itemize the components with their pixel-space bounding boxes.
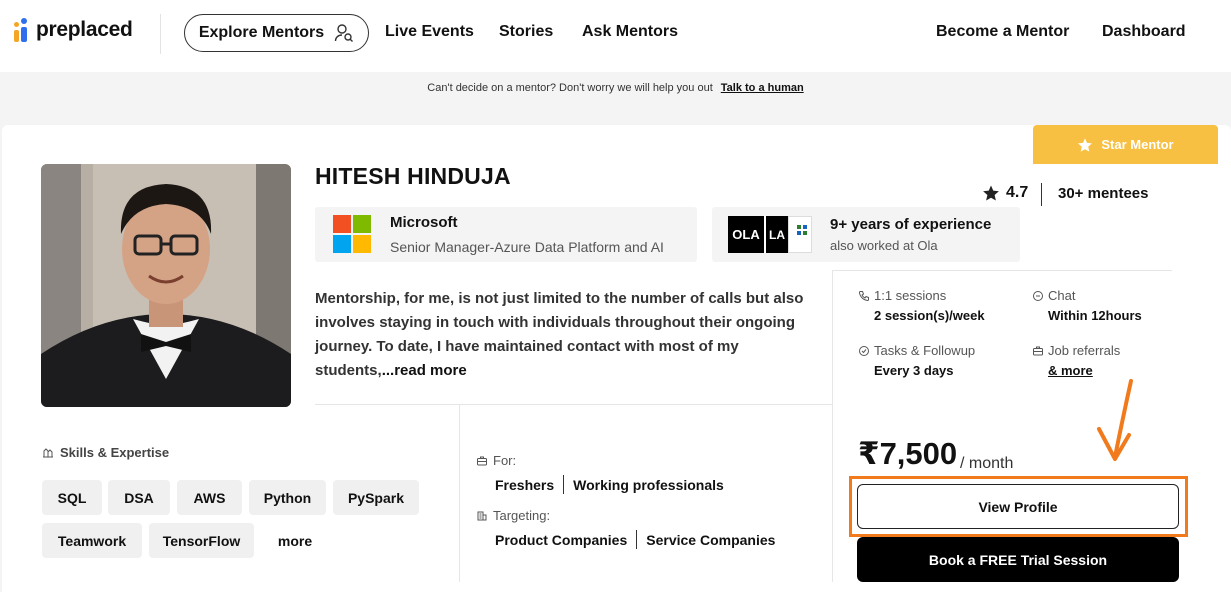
mentor-about: Mentorship, for me, is not just limited … [315,287,820,383]
skills-more-button[interactable]: more [262,523,328,558]
logo-icon [14,18,30,42]
price: ₹7,500 [858,436,958,471]
separator [563,475,565,494]
company-name: Microsoft [390,214,458,231]
separator [636,530,638,549]
experience-box: OLA LA 9+ years of experience also worke… [712,207,1020,262]
feature-value: Within 12hours [1048,308,1142,323]
price-period: / month [960,455,1014,472]
experience-years: 9+ years of experience [830,216,992,233]
nav-live-events[interactable]: Live Events [385,23,474,41]
skills-title: Skills & Expertise [42,445,169,460]
divider [459,404,460,582]
arrow-annotation-icon [1097,379,1133,461]
nav-dashboard[interactable]: Dashboard [1102,23,1186,41]
mentor-name: HITESH HINDUJA [315,163,511,189]
mentees-count: 30+ mentees [1058,185,1149,202]
target-tag: Product Companies [495,531,628,548]
also-worked-at: also worked at Ola [830,238,938,253]
divider [832,270,1172,271]
targeting-label: Targeting: [476,508,550,523]
feature-label: Chat [1032,288,1075,303]
briefcase-icon [477,456,487,465]
star-mentor-badge: Star Mentor [1033,125,1218,164]
view-profile-button[interactable]: View Profile [857,484,1179,529]
audience-tag: Freshers [495,476,555,493]
rating-value: 4.7 [1006,184,1029,201]
star-icon [1078,137,1093,152]
preplaced-logo[interactable]: preplaced [14,18,133,42]
target-tag: Service Companies [646,531,776,548]
banner-text: Can't decide on a mentor? Don't worry we… [427,82,713,94]
ola-logo-icon-2: LA [764,216,788,253]
explore-mentors-label: Explore Mentors [198,24,325,41]
skills-icon [43,447,53,457]
briefcase-icon [1033,346,1043,355]
skill-chip: TensorFlow [149,523,254,558]
help-banner: Can't decide on a mentor? Don't worry we… [0,72,1231,104]
feature-label: Job referrals [1032,343,1120,358]
audience-tag: Working professionals [573,476,724,493]
user-search-icon [334,24,354,42]
skill-chip: Python [249,480,326,515]
nav-divider [160,14,161,54]
ola-logo-icon: OLA [728,216,764,253]
check-circle-icon [859,345,869,356]
feature-value: Every 3 days [874,363,954,378]
for-values: Freshers Working professionals [495,475,724,494]
mentor-photo [41,164,291,407]
feature-value: 2 session(s)/week [874,308,985,323]
skill-chip: SQL [42,480,102,515]
star-icon [983,185,999,201]
talk-to-human-link[interactable]: Talk to a human [721,82,804,94]
logo-text: preplaced [36,18,133,41]
top-nav: preplaced Explore Mentors Live Events St… [0,0,1231,72]
job-referrals-more-link[interactable]: & more [1048,363,1093,378]
phone-icon [858,290,869,301]
skill-chip: Teamwork [42,523,142,558]
divider [315,404,832,405]
nav-become-mentor[interactable]: Become a Mentor [936,23,1069,41]
star-mentor-label: Star Mentor [1101,137,1174,152]
nav-ask-mentors[interactable]: Ask Mentors [582,23,678,41]
targeting-values: Product Companies Service Companies [495,530,775,549]
read-more-link[interactable]: ...read more [382,362,467,379]
skill-chip: DSA [108,480,170,515]
skill-chip: PySpark [333,480,419,515]
nav-stories[interactable]: Stories [499,23,553,41]
skill-chip: AWS [177,480,242,515]
microsoft-logo-icon [333,215,371,253]
building-icon [477,511,487,520]
previous-company-logos: OLA LA [728,216,814,253]
feature-label: Tasks & Followup [858,343,975,358]
divider [832,270,833,582]
current-company: Microsoft Senior Manager-Azure Data Plat… [315,207,697,262]
chat-icon [1033,290,1043,301]
rating-divider [1041,183,1042,206]
rating: 4.7 [982,184,1028,202]
company-logo-icon [788,216,812,253]
for-label: For: [476,453,516,468]
company-role: Senior Manager-Azure Data Platform and A… [390,239,664,255]
book-trial-button[interactable]: Book a FREE Trial Session [857,537,1179,582]
feature-label: 1:1 sessions [858,288,946,303]
explore-mentors-button[interactable]: Explore Mentors [184,14,369,52]
